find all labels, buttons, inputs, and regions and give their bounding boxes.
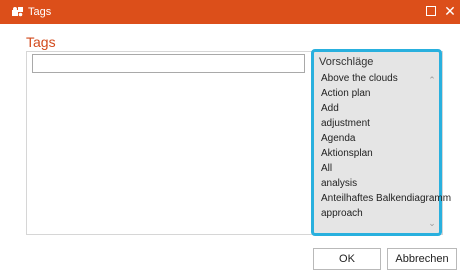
suggestion-item[interactable]: All (321, 163, 332, 175)
suggestion-item[interactable]: Aktionsplan (321, 148, 373, 160)
suggestion-item[interactable]: Action plan (321, 88, 370, 100)
suggestion-item[interactable]: Above the clouds (321, 73, 398, 85)
suggestion-item[interactable]: analysis (321, 178, 357, 190)
suggestion-item[interactable]: Anteilhaftes Balkendiagramm (321, 193, 451, 205)
maximize-icon[interactable] (426, 6, 436, 16)
section-title: Tags (26, 34, 56, 50)
title-bar: Tags ✕ (0, 0, 460, 24)
suggestion-item[interactable]: approach (321, 208, 363, 220)
suggestions-panel: Vorschläge Above the clouds Action plan … (311, 49, 451, 236)
window-title: Tags (28, 6, 52, 18)
tags-puzzle-icon (12, 7, 23, 17)
suggestion-item[interactable]: Agenda (321, 133, 355, 145)
ok-button[interactable]: OK (313, 248, 381, 270)
chevron-down-icon[interactable]: ⌄ (426, 218, 438, 228)
tag-input[interactable] (32, 54, 305, 73)
cancel-button[interactable]: Abbrechen (387, 248, 457, 270)
suggestion-item[interactable]: Add (321, 103, 339, 115)
chevron-up-icon[interactable]: ⌃ (426, 75, 438, 85)
suggestion-item[interactable]: adjustment (321, 118, 370, 130)
close-icon[interactable]: ✕ (443, 3, 457, 19)
suggestions-header: Vorschläge (319, 56, 374, 68)
